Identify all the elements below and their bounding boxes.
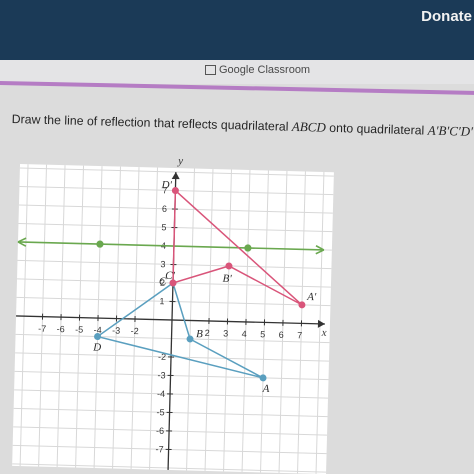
x-tick-label: 4 — [242, 329, 247, 339]
x-tick-label: -7 — [38, 324, 46, 334]
x-tick-label: -6 — [57, 324, 65, 334]
y-tick-label: 3 — [160, 259, 165, 269]
y-tick-label: 6 — [162, 204, 167, 214]
y-tick-label: -4 — [157, 389, 165, 399]
y-tick-label: -6 — [156, 426, 164, 436]
x-tick-label: 2 — [205, 328, 210, 338]
x-tick-label: 6 — [279, 330, 284, 340]
coordinate-plane-graph[interactable]: xy -7-6-5-4-3-22345677654321-2-3-4-5-6-7… — [0, 0, 474, 474]
x-axis-label: x — [321, 327, 327, 339]
x-tick-label: 5 — [260, 329, 265, 339]
y-tick-label: -5 — [156, 407, 164, 417]
x-tick-label: 7 — [297, 330, 302, 340]
quadrilateral-a-prime-b-prime-c-prime-d-prime-vertex-label: A' — [306, 291, 317, 303]
y-axis-label: y — [177, 155, 183, 167]
x-tick-label: 3 — [223, 328, 228, 338]
quadrilateral-a-prime-b-prime-c-prime-d-prime-vertex-label: C' — [165, 270, 176, 282]
x-tick-label: -5 — [75, 324, 83, 334]
quadrilateral-abcd-vertex-label: A — [262, 383, 270, 395]
y-tick-label: -3 — [157, 370, 165, 380]
y-tick-label: -7 — [155, 444, 163, 454]
y-tick-label: 5 — [161, 222, 166, 232]
quadrilateral-abcd-vertex-label: D — [92, 341, 101, 353]
quadrilateral-abcd-vertex-label: B — [196, 328, 203, 340]
y-tick-label: 1 — [159, 296, 164, 306]
quadrilateral-a-prime-b-prime-c-prime-d-prime-vertex-label: D' — [160, 179, 172, 191]
quadrilateral-a-prime-b-prime-c-prime-d-prime-vertex-label: B' — [222, 273, 232, 285]
x-tick-label: -2 — [131, 326, 139, 336]
x-tick-label: -3 — [112, 325, 120, 335]
